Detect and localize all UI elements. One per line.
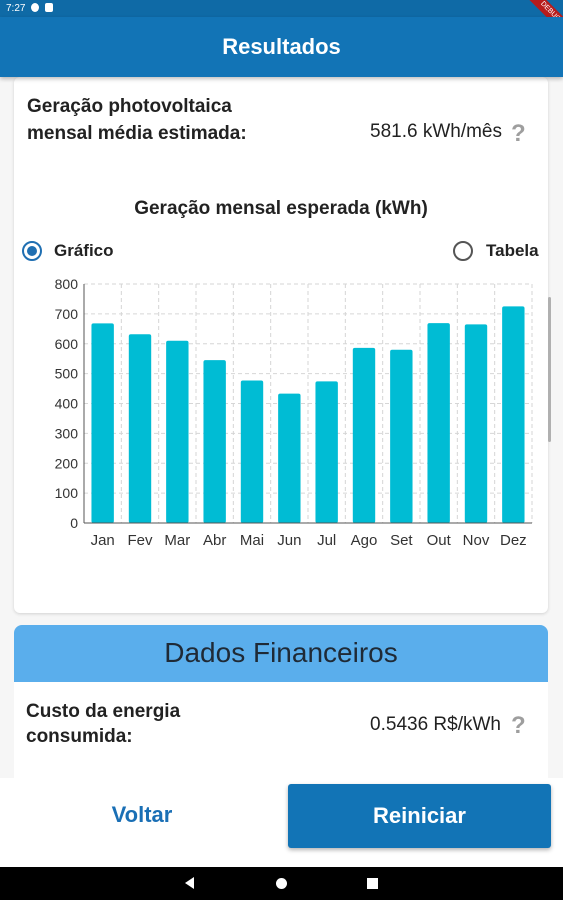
- restart-button[interactable]: Reiniciar: [288, 784, 551, 848]
- chart-bar: [91, 323, 114, 523]
- chart-bar: [390, 349, 413, 523]
- radio-table-label[interactable]: Tabela: [486, 241, 539, 261]
- nav-home-icon[interactable]: [276, 878, 287, 889]
- x-tick-label: Ago: [351, 532, 378, 549]
- chart-bar: [128, 334, 152, 523]
- x-tick-label: Jan: [91, 532, 115, 549]
- chart-title: Geração mensal esperada (kWh): [134, 198, 428, 219]
- page-title: Resultados: [222, 34, 341, 59]
- generation-value: 581.6 kWh/mês: [370, 121, 502, 142]
- radio-chart[interactable]: [22, 241, 42, 261]
- chart-bar: [203, 360, 226, 523]
- monthly-generation-chart: 0 100 200 300 400 500 600 700 800 Jan Fev Mar Abr Mai…: [55, 276, 533, 549]
- chart-bar: [240, 380, 264, 523]
- chart-bar: [278, 393, 301, 523]
- x-tick-label: Jul: [317, 532, 336, 549]
- app-bar: Resultados: [0, 17, 563, 77]
- radio-table[interactable]: [453, 241, 473, 261]
- generation-card: Geração photovoltaica mensal média estim…: [14, 77, 548, 613]
- help-icon[interactable]: ?: [511, 712, 526, 740]
- x-tick-label: Abr: [203, 532, 226, 549]
- y-tick-label: 800: [55, 276, 79, 292]
- bottom-action-bar: Voltar Reiniciar: [0, 778, 563, 867]
- chart-bar: [427, 323, 450, 523]
- cost-value: 0.5436 R$/kWh: [370, 714, 501, 735]
- financial-card: Custo da energia consumida: 0.5436 R$/kW…: [14, 682, 548, 778]
- x-tick-label: Mar: [164, 532, 190, 549]
- system-nav-bar: [0, 867, 563, 900]
- financial-header-title: Dados Financeiros: [164, 637, 398, 668]
- chart-bar: [352, 347, 376, 523]
- scrollbar[interactable]: [548, 297, 551, 442]
- results-content[interactable]: Geração photovoltaica mensal média estim…: [0, 77, 563, 778]
- radio-chart-label[interactable]: Gráfico: [54, 241, 114, 261]
- financial-header: Dados Financeiros: [14, 625, 548, 682]
- y-tick-label: 400: [55, 396, 79, 412]
- chart-bar: [502, 306, 525, 523]
- x-tick-label: Jun: [277, 532, 301, 549]
- cost-label: Custo da energia consumida:: [26, 701, 181, 747]
- status-bar: 7:27 DEBUG: [0, 0, 563, 41]
- y-tick-label: 200: [55, 455, 79, 471]
- status-time: 7:27: [6, 3, 26, 14]
- x-tick-label: Set: [390, 532, 413, 549]
- x-tick-label: Fev: [127, 532, 153, 549]
- x-tick-label: Out: [427, 532, 452, 549]
- y-tick-label: 300: [55, 425, 79, 441]
- help-icon[interactable]: ?: [511, 120, 526, 148]
- notification-icon: [31, 3, 39, 12]
- y-tick-label: 600: [55, 336, 79, 352]
- y-tick-label: 100: [55, 485, 79, 501]
- x-tick-label: Dez: [500, 532, 527, 549]
- chart-bar: [464, 324, 488, 523]
- chart-bar: [315, 381, 338, 523]
- y-tick-label: 700: [55, 306, 79, 322]
- nav-recents-icon[interactable]: [367, 878, 378, 889]
- x-tick-label: Mai: [240, 532, 264, 549]
- x-tick-label: Nov: [463, 532, 490, 549]
- sim-icon: [45, 3, 53, 12]
- y-tick-label: 500: [55, 366, 79, 382]
- chart-bar: [166, 340, 189, 523]
- generation-label: Geração photovoltaica mensal média estim…: [27, 96, 247, 144]
- nav-back-icon[interactable]: [185, 877, 194, 889]
- back-button[interactable]: Voltar: [62, 802, 222, 828]
- y-tick-label: 0: [70, 515, 78, 531]
